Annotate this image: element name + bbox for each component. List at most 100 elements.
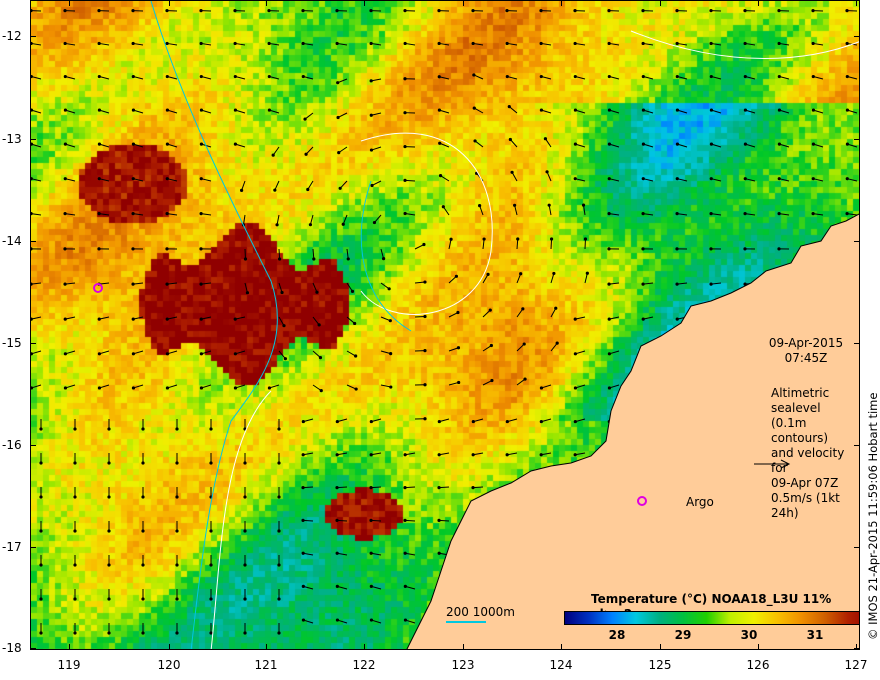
arrow-head: [131, 317, 135, 321]
arrow-head: [478, 203, 482, 208]
arrow-head: [543, 137, 548, 141]
arrow-head: [63, 212, 67, 216]
arrow-head: [607, 352, 611, 356]
arrow-head: [471, 419, 475, 424]
axis-tick: [30, 343, 36, 344]
arrow-head: [777, 9, 781, 13]
arrow-head: [743, 212, 747, 216]
axis-tick: [169, 0, 170, 6]
arrow-head: [777, 41, 781, 46]
arrow-head: [301, 618, 306, 622]
arrow-head: [141, 427, 145, 431]
arrow-head: [39, 495, 43, 499]
arrow-head: [573, 317, 577, 321]
arrow-head: [607, 74, 611, 79]
arrow-head: [306, 187, 310, 192]
arrow-head: [403, 111, 407, 115]
date: 09-Apr-2015: [768, 336, 844, 350]
axis-tick: [854, 36, 860, 37]
axis-tick: [561, 0, 562, 6]
colorbar-tick: 31: [806, 628, 824, 642]
arrow-head: [175, 631, 179, 635]
arrow-head: [743, 74, 747, 79]
note-line: 09-Apr 07Z: [771, 476, 839, 490]
axis-tick: [266, 0, 267, 6]
sst-map[interactable]: 09-Apr-2015 07:45Z Altimetric sealevel (…: [30, 0, 860, 650]
axis-tick: [30, 241, 36, 242]
arrow-head: [301, 74, 305, 79]
arrow-head: [63, 74, 67, 79]
lon-label: 122: [352, 658, 376, 672]
arrow-head: [31, 386, 34, 390]
arrow-head: [267, 108, 272, 112]
arrow-head: [107, 427, 111, 431]
arrow-head: [471, 9, 475, 13]
arrow-head: [97, 177, 101, 181]
arrow-head: [573, 386, 578, 390]
arrow-head: [552, 271, 556, 276]
arrow-head: [505, 41, 509, 46]
arrow-head: [573, 352, 577, 356]
arrow-head: [337, 151, 341, 155]
axis-tick: [758, 0, 759, 6]
axis-tick: [854, 445, 860, 446]
arrow-head: [521, 307, 525, 311]
arrow-head: [369, 79, 373, 83]
arrow-head: [456, 310, 460, 315]
arrow-head: [243, 597, 247, 601]
arrow-head: [336, 81, 340, 85]
arrow-head: [472, 73, 476, 77]
arrow-head: [346, 257, 350, 261]
arrow-head: [675, 41, 679, 46]
arrow-head: [709, 9, 713, 13]
arrow-head: [31, 108, 34, 112]
arrow-head: [131, 212, 135, 216]
lat-label: -18: [2, 641, 22, 655]
arrow-head: [282, 324, 286, 328]
arrow-head: [471, 41, 475, 46]
arrow-head: [422, 242, 426, 247]
lon-label: 120: [157, 658, 181, 672]
arrow-head: [175, 461, 179, 465]
arrow-head: [709, 41, 713, 46]
arrow-head: [199, 282, 203, 286]
arrow-head: [301, 9, 305, 13]
arrow-head: [438, 174, 443, 178]
arrow-head: [243, 631, 247, 635]
arrow-head: [675, 212, 679, 216]
axis-tick: [30, 139, 36, 140]
arrow-head: [209, 427, 213, 431]
arrow-head: [811, 142, 816, 146]
arrow-head: [277, 597, 281, 601]
map-overlay: [31, 1, 859, 649]
axis-tick: [856, 644, 857, 650]
arrow-head: [165, 212, 169, 216]
sealevel-contour: [360, 132, 493, 315]
arrow-head: [607, 177, 611, 181]
arrow-head: [641, 317, 645, 321]
arrow-head: [743, 9, 747, 13]
arrow-head: [369, 419, 373, 424]
arrow-head: [165, 9, 169, 13]
arrow-head: [335, 618, 340, 622]
arrow-head: [63, 317, 67, 321]
arrow-head: [233, 108, 238, 112]
arrow-head: [39, 563, 43, 567]
arrow-head: [341, 222, 345, 226]
arrow-head: [381, 257, 386, 261]
arrow-head: [315, 290, 319, 294]
axis-tick: [30, 547, 36, 548]
arrow-head: [233, 41, 237, 46]
arrow-head: [549, 237, 554, 241]
arrow-head: [301, 486, 305, 490]
arrow-head: [63, 282, 67, 286]
arrow-head: [301, 41, 305, 46]
lon-label: 125: [648, 658, 672, 672]
arrow-head: [369, 618, 374, 622]
arrow-head: [423, 417, 427, 421]
arrow-head: [199, 74, 203, 79]
arrow-head: [709, 177, 713, 181]
lon-label: 127: [844, 658, 868, 672]
note-line: (0.1m contours): [771, 416, 829, 445]
arrow-head: [675, 282, 679, 286]
